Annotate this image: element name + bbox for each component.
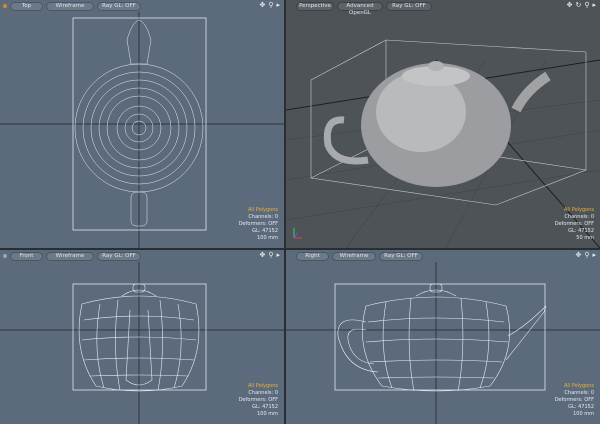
viewport-indicator-icon: [3, 4, 7, 8]
channels-label: Channels: 0: [564, 390, 594, 396]
channels-label: Channels: 0: [564, 214, 594, 220]
viewport-perspective[interactable]: Perspective Advanced OpenGL Ray GL: OFF …: [286, 0, 600, 248]
deformers-label: Deformers: OFF: [238, 397, 278, 403]
zoom-icon[interactable]: ⚲: [584, 1, 589, 9]
selection-label: All Polygons: [247, 207, 278, 213]
ray-gl-button[interactable]: Ray GL: OFF: [97, 251, 141, 261]
menu-arrow-icon[interactable]: ▸: [276, 1, 280, 9]
gl-label: GL: 47152: [252, 404, 278, 410]
selection-label: All Polygons: [247, 383, 278, 389]
gl-label: GL: 47152: [568, 404, 594, 410]
viewport-right[interactable]: Right Wireframe Ray GL: OFF ✥ ⚲ ▸ All Poly…: [286, 250, 600, 424]
shading-mode-button[interactable]: Wireframe: [46, 251, 94, 261]
move-icon[interactable]: ✥: [259, 1, 265, 9]
menu-arrow-icon[interactable]: ▸: [276, 251, 280, 259]
ray-gl-button[interactable]: Ray GL: OFF: [386, 1, 432, 11]
menu-arrow-icon[interactable]: ▸: [592, 1, 596, 9]
shading-mode-button[interactable]: Advanced OpenGL: [337, 1, 383, 16]
viewport-front[interactable]: Front Wireframe Ray GL: OFF ✥ ⚲ ▸ All Poly…: [0, 250, 284, 424]
rotate-icon[interactable]: ↻: [575, 1, 581, 9]
deformers-label: Deformers: OFF: [554, 221, 594, 227]
viewport-indicator-icon: [3, 254, 7, 258]
perspective-view-render: [286, 39, 600, 248]
selection-label: All Polygons: [563, 207, 594, 213]
move-icon[interactable]: ✥: [259, 251, 265, 259]
view-type-button[interactable]: Top: [10, 1, 43, 11]
deformers-label: Deformers: OFF: [238, 221, 278, 227]
view-type-button[interactable]: Perspective: [296, 1, 334, 11]
viewport-top[interactable]: Top Wireframe Ray GL: OFF ✥ ⚲ ▸ All Polygo…: [0, 0, 284, 248]
move-icon[interactable]: ✥: [567, 1, 573, 9]
shading-mode-button[interactable]: Wireframe: [46, 1, 94, 11]
channels-label: Channels: 0: [248, 390, 278, 396]
view-type-button[interactable]: Front: [10, 251, 43, 261]
gl-label: GL: 47152: [568, 228, 594, 234]
scale-label: 100 mm: [257, 411, 278, 417]
view-type-button[interactable]: Right: [296, 251, 329, 261]
gl-label: GL: 47152: [252, 228, 278, 234]
selection-label: All Polygons: [563, 383, 594, 389]
scale-label: 50 mm: [576, 235, 594, 241]
ray-gl-button[interactable]: Ray GL: OFF: [379, 251, 423, 261]
deformers-label: Deformers: OFF: [554, 397, 594, 403]
menu-arrow-icon[interactable]: ▸: [592, 251, 596, 259]
ray-gl-button[interactable]: Ray GL: OFF: [97, 1, 141, 11]
shading-mode-button[interactable]: Wireframe: [332, 251, 376, 261]
zoom-icon[interactable]: ⚲: [268, 251, 273, 259]
zoom-icon[interactable]: ⚲: [584, 251, 589, 259]
scale-label: 100 mm: [257, 235, 278, 241]
zoom-icon[interactable]: ⚲: [268, 1, 273, 9]
channels-label: Channels: 0: [248, 214, 278, 220]
right-view-wireframe: [286, 262, 600, 424]
viewport-info: All Polygons Channels: 0 Deformers: OFF …: [555, 383, 594, 418]
viewport-info: All Polygons Channels: 0 Deformers: OFF …: [239, 383, 278, 418]
scale-label: 100 mm: [573, 411, 594, 417]
viewport-info: All Polygons Channels: 0 Deformers: OFF …: [555, 207, 594, 242]
viewport-info: All Polygons Channels: 0 Deformers: OFF …: [239, 207, 278, 242]
move-icon[interactable]: ✥: [575, 251, 581, 259]
